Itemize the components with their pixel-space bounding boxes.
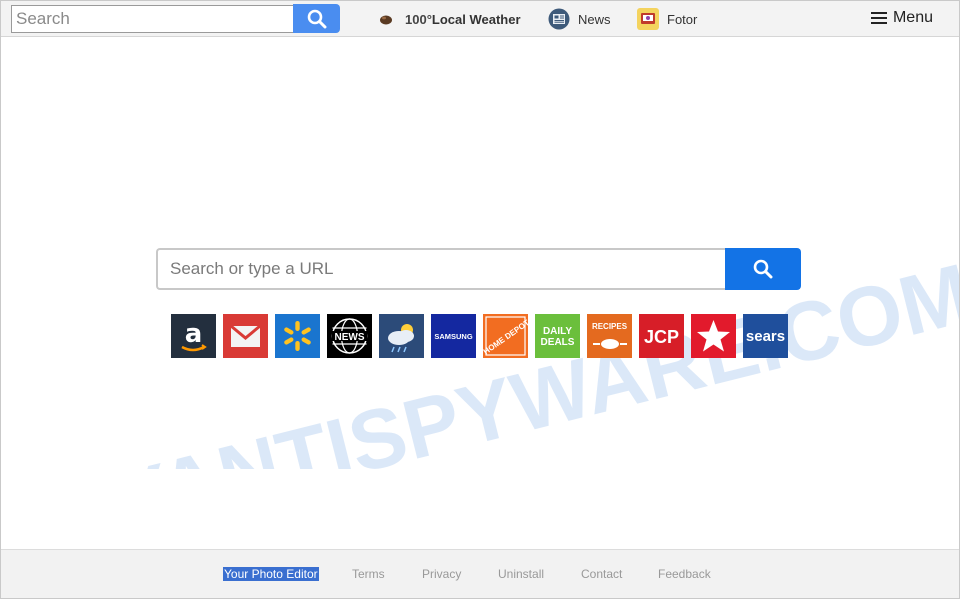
tile-weather[interactable] bbox=[379, 314, 424, 358]
footer-link-contact[interactable]: Contact bbox=[581, 567, 622, 581]
samsung-logo-icon: SAMSUNG bbox=[434, 332, 473, 341]
tile-recipes[interactable]: RECIPES bbox=[587, 314, 632, 358]
tile-samsung[interactable]: SAMSUNG bbox=[431, 314, 476, 358]
footer: Your Photo Editor Terms Privacy Uninstal… bbox=[1, 549, 959, 598]
star-icon bbox=[697, 320, 730, 352]
footer-link-your-photo-editor[interactable]: Your Photo Editor bbox=[223, 567, 319, 581]
footer-link-feedback[interactable]: Feedback bbox=[658, 567, 711, 581]
amazon-logo-icon: a bbox=[181, 319, 207, 352]
search-icon bbox=[307, 9, 326, 28]
footer-link-uninstall[interactable]: Uninstall bbox=[498, 567, 544, 581]
svg-text:sears: sears bbox=[746, 328, 785, 345]
news-icon bbox=[548, 8, 570, 30]
browser-page: 100° Local Weather News Fotor Menu MYANT… bbox=[0, 0, 960, 599]
svg-text:JCP: JCP bbox=[644, 327, 679, 347]
watermark: MYANTISPYWARE.COM bbox=[36, 246, 959, 469]
tile-amazon[interactable]: a bbox=[171, 314, 216, 358]
weather-prefix: 100° bbox=[405, 11, 432, 27]
top-search-input[interactable] bbox=[11, 5, 295, 33]
weather-label: Local Weather bbox=[431, 11, 521, 27]
news-link[interactable]: News bbox=[548, 7, 611, 31]
recipes-icon: RECIPES bbox=[592, 322, 628, 349]
tile-news[interactable]: NEWS bbox=[327, 314, 372, 358]
tile-jcp[interactable]: JCP bbox=[639, 314, 684, 358]
fotor-link[interactable]: Fotor bbox=[637, 7, 697, 31]
svg-text:SAMSUNG: SAMSUNG bbox=[434, 332, 473, 341]
tile-macys[interactable] bbox=[691, 314, 736, 358]
svg-text:HOME DEPOT: HOME DEPOT bbox=[483, 318, 528, 356]
weather-cloud-icon bbox=[388, 324, 414, 353]
menu-label: Menu bbox=[892, 9, 933, 26]
tile-daily-deals[interactable]: DAILY DEALS bbox=[535, 314, 580, 358]
weather-icon bbox=[379, 12, 393, 26]
main-search-input[interactable] bbox=[156, 248, 726, 290]
fotor-label: Fotor bbox=[667, 11, 698, 27]
tile-home-depot[interactable]: HOME DEPOT bbox=[483, 314, 528, 358]
svg-text:DAILY: DAILY bbox=[543, 326, 572, 337]
daily-deals-icon: DAILY DEALS bbox=[541, 326, 575, 348]
menu-button[interactable]: Menu bbox=[870, 9, 933, 27]
tile-gmail[interactable] bbox=[223, 314, 268, 358]
sears-logo-icon: sears bbox=[746, 328, 785, 345]
news-label: News bbox=[578, 11, 611, 27]
walmart-spark-icon bbox=[284, 321, 311, 351]
globe-news-icon: NEWS bbox=[331, 318, 368, 354]
top-toolbar: 100° Local Weather News Fotor Menu bbox=[1, 1, 959, 37]
shortcut-tiles: a NEWS SAMSUNG HOME DEPOT DAILY DEALS RE… bbox=[171, 314, 788, 358]
local-weather-link[interactable]: 100° Local Weather bbox=[379, 7, 521, 31]
tile-sears[interactable]: sears bbox=[743, 314, 788, 358]
svg-text:DEALS: DEALS bbox=[541, 337, 575, 348]
top-search-button[interactable] bbox=[293, 4, 340, 33]
svg-text:NEWS: NEWS bbox=[335, 332, 365, 343]
svg-text:a: a bbox=[185, 319, 203, 349]
main-search-button[interactable] bbox=[725, 248, 801, 290]
mail-icon bbox=[230, 324, 261, 347]
hamburger-icon bbox=[870, 12, 887, 24]
svg-text:RECIPES: RECIPES bbox=[592, 322, 628, 331]
jcp-logo-icon: JCP bbox=[644, 327, 679, 347]
search-icon bbox=[753, 259, 773, 279]
footer-link-terms[interactable]: Terms bbox=[352, 567, 385, 581]
home-depot-logo-icon: HOME DEPOT bbox=[483, 316, 528, 356]
footer-link-privacy[interactable]: Privacy bbox=[422, 567, 461, 581]
fotor-icon bbox=[637, 8, 659, 30]
tile-walmart[interactable] bbox=[275, 314, 320, 358]
